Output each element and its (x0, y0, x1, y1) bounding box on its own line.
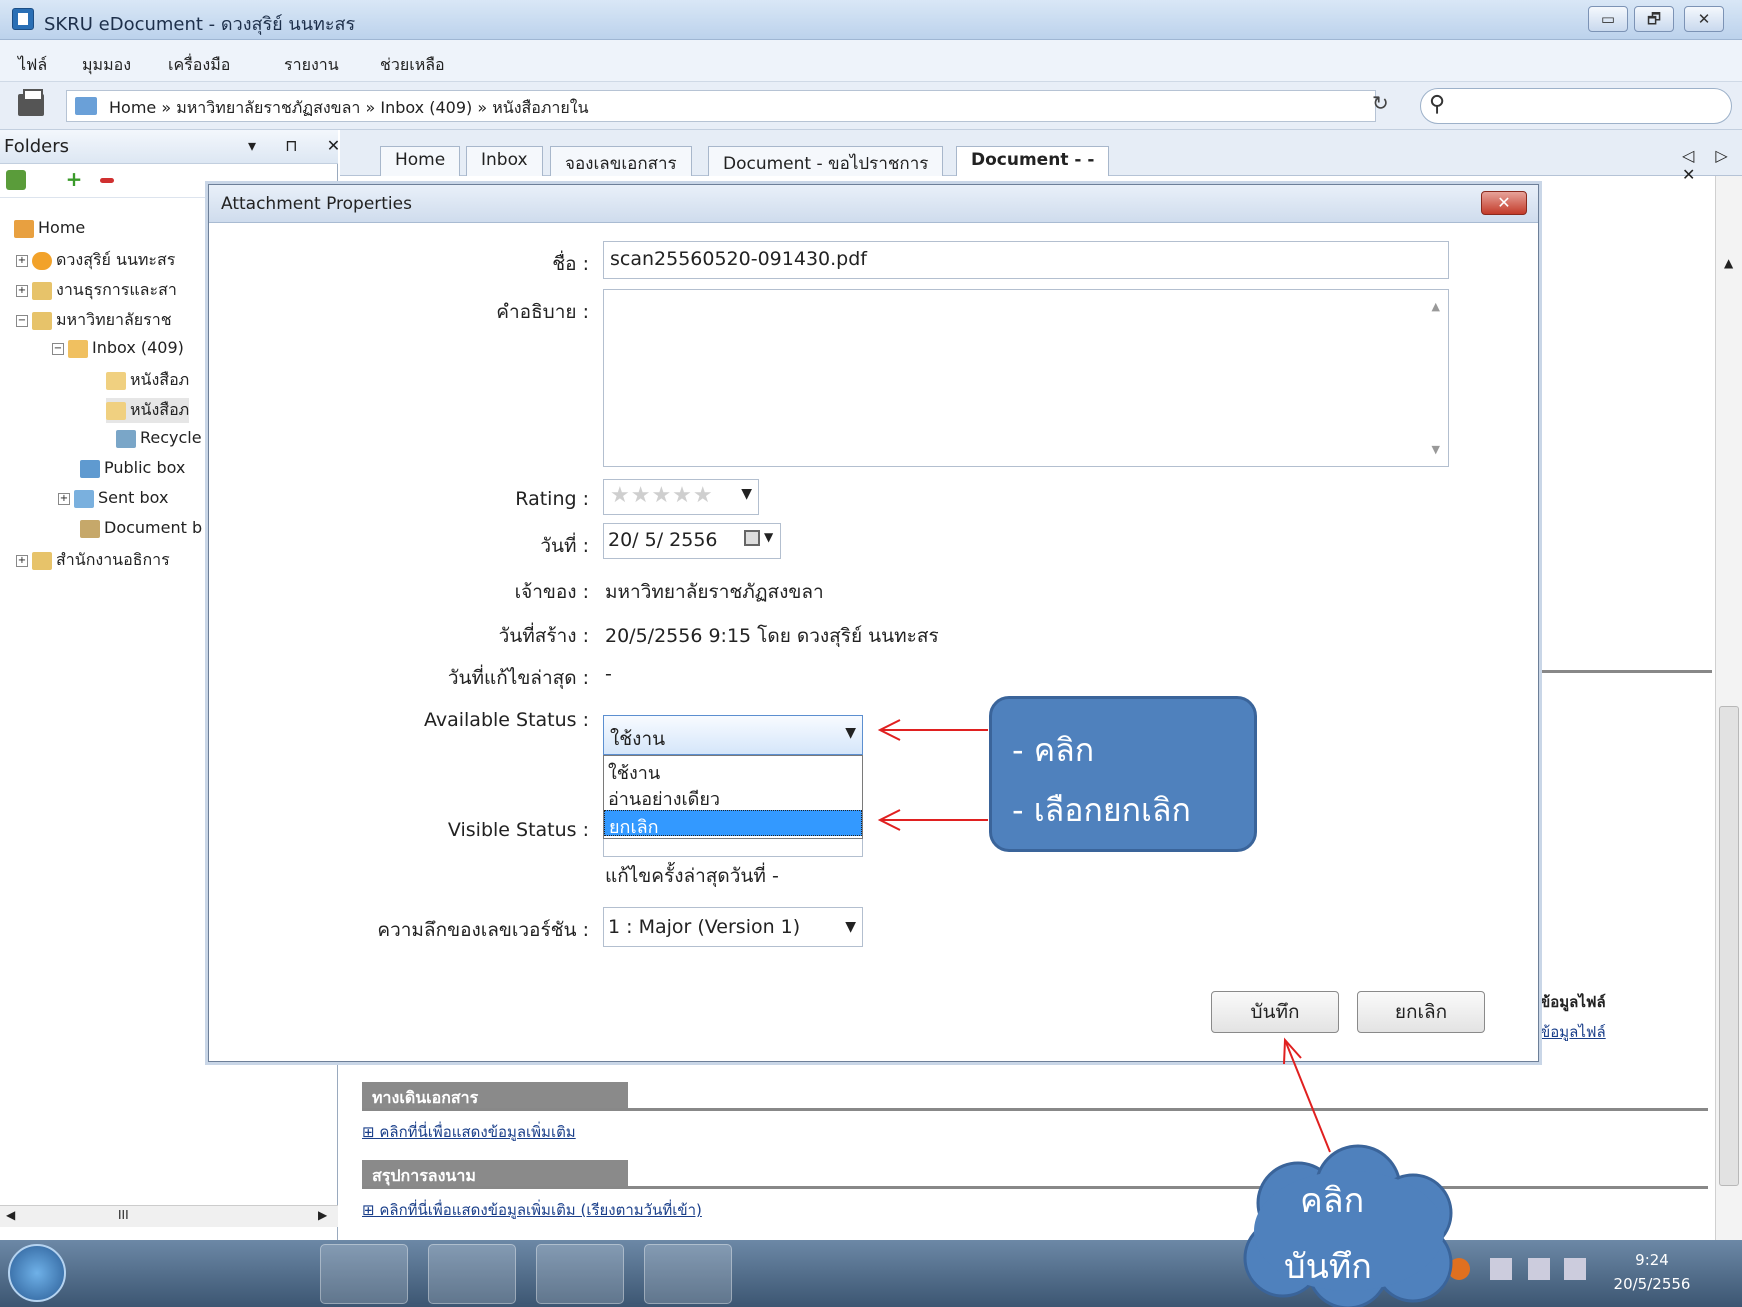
cloud-line-click: คลิก (1300, 1181, 1365, 1221)
clock-date: 20/5/2556 (1613, 1275, 1691, 1293)
taskbar: 9:24 20/5/2556 (0, 1240, 1742, 1307)
edocument-icon[interactable] (536, 1244, 624, 1304)
clock-time: 9:24 (1635, 1251, 1669, 1269)
media-player-icon[interactable] (216, 1244, 304, 1304)
annotation-arrows (877, 719, 1331, 1153)
save-instruction-cloud: คลิก บันทึก (1238, 1143, 1460, 1307)
cloud-line-save: บันทึก (1284, 1247, 1372, 1287)
system-clock[interactable]: 9:24 20/5/2556 (1612, 1248, 1692, 1296)
action-center-icon[interactable] (1490, 1258, 1512, 1280)
volume-icon[interactable] (1564, 1258, 1586, 1280)
file-explorer-icon[interactable] (320, 1244, 408, 1304)
ie-icon[interactable] (120, 1244, 208, 1304)
chrome-icon[interactable] (428, 1244, 516, 1304)
start-button[interactable] (8, 1244, 66, 1302)
presentation-icon[interactable] (644, 1244, 732, 1304)
network-icon[interactable] (1528, 1258, 1550, 1280)
